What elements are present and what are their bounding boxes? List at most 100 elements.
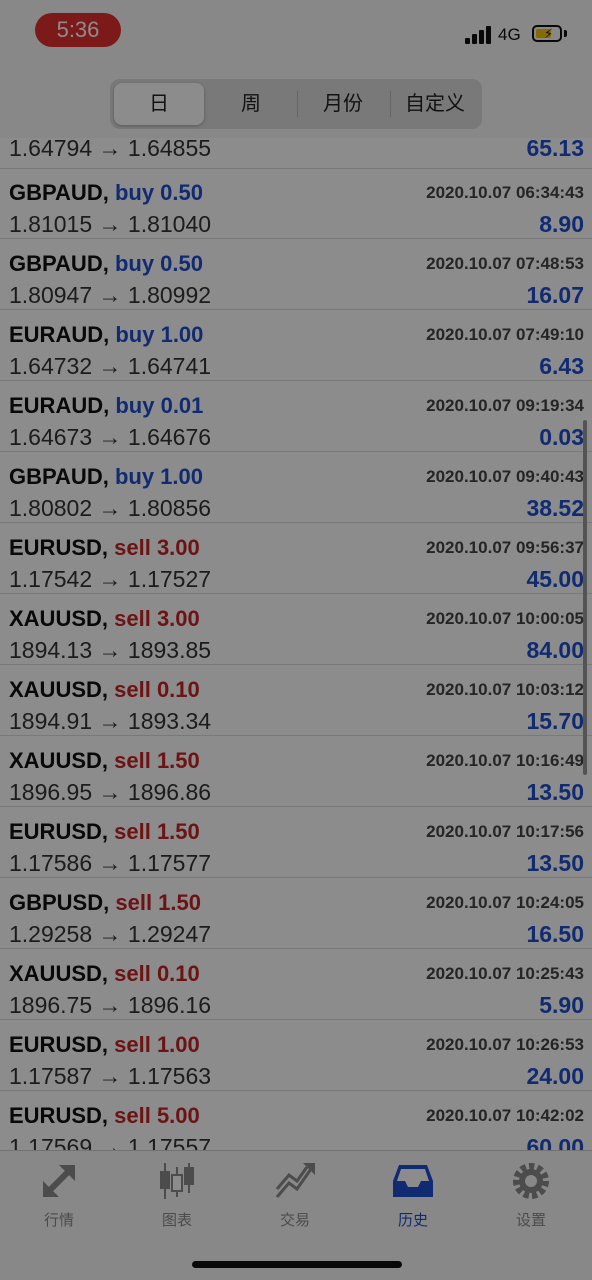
trade-symbol-line: EURUSD, sell 1.00	[9, 1032, 200, 1058]
trade-prices: 1.64794 → 1.64855	[9, 138, 212, 161]
trade-side-volume: buy 0.50	[114, 251, 203, 276]
battery-cap	[564, 30, 567, 37]
trade-profit: 84.00	[526, 637, 584, 663]
trade-prices: 1.80802 → 1.80856	[9, 495, 212, 521]
trade-symbol-line: GBPAUD, buy 0.50	[9, 180, 203, 206]
chart-icon	[160, 1163, 194, 1199]
trade-profit: 24.00	[526, 1063, 584, 1089]
trade-row[interactable]: GBPAUD, buy 0.50 2020.10.07 06:34:43 1.810…	[0, 168, 592, 239]
trade-symbol-line: EURUSD, sell 5.00	[9, 1103, 200, 1129]
trade-row[interactable]: XAUUSD, sell 1.50 2020.10.07 10:16:49 1896…	[0, 736, 592, 807]
trade-row[interactable]: EURUSD, sell 3.00 2020.10.07 09:56:37 1.17…	[0, 523, 592, 594]
trade-icon	[275, 1163, 315, 1198]
trade-row[interactable]: GBPAUD, buy 0.50 2020.10.07 07:48:53 1.809…	[0, 239, 592, 310]
app-screen: 5:36 4G ⚡ 日 周 月份 自定义 1.64794 → 1.64855 6…	[0, 0, 592, 1280]
tab-label: 设置	[515, 1212, 546, 1229]
tab-chart[interactable]: 图表	[122, 1159, 232, 1239]
list-item-partial[interactable]: 1.64794 → 1.64855 65.13	[0, 138, 592, 169]
trade-timestamp: 2020.10.07 10:25:43	[426, 964, 584, 983]
trade-side-volume: buy 0.50	[114, 180, 203, 205]
trade-symbol: XAUUSD,	[9, 677, 109, 702]
trade-symbol-line: XAUUSD, sell 0.10	[9, 961, 200, 987]
trade-row[interactable]: GBPUSD, sell 1.50 2020.10.07 10:24:05 1.29…	[0, 878, 592, 949]
trade-prices: 1.17586 → 1.17577	[9, 850, 212, 876]
trade-symbol: EURUSD,	[9, 819, 109, 844]
trade-row[interactable]: GBPAUD, buy 1.00 2020.10.07 09:40:43 1.808…	[0, 452, 592, 523]
home-indicator[interactable]	[192, 1261, 402, 1268]
trade-symbol-line: XAUUSD, sell 1.50	[9, 748, 200, 774]
trade-side-volume: sell 1.50	[114, 819, 200, 844]
trade-prices: 1.64732 → 1.64741	[9, 353, 212, 379]
trade-symbol: EURAUD,	[9, 393, 110, 418]
trade-symbol-line: XAUUSD, sell 3.00	[9, 606, 200, 632]
trade-side-volume: sell 1.00	[114, 1032, 200, 1057]
trade-symbol-line: GBPAUD, buy 0.50	[9, 251, 203, 277]
trade-symbol: GBPUSD,	[9, 890, 110, 915]
trade-prices: 1.17587 → 1.17563	[9, 1063, 212, 1089]
trade-symbol-line: XAUUSD, sell 0.10	[9, 677, 200, 703]
trade-row[interactable]: EURAUD, buy 0.01 2020.10.07 09:19:34 1.646…	[0, 381, 592, 452]
trade-profit: 60.00	[526, 1134, 584, 1150]
trade-side-volume: sell 5.00	[114, 1103, 200, 1128]
trade-prices: 1.17569 → 1.17557	[9, 1134, 212, 1150]
segment-week[interactable]: 周	[206, 83, 296, 125]
tab-label: 交易	[279, 1212, 310, 1229]
trade-symbol: XAUUSD,	[9, 606, 109, 631]
period-segmented-control: 日 周 月份 自定义	[110, 79, 482, 129]
trade-row[interactable]: XAUUSD, sell 3.00 2020.10.07 10:00:05 1894…	[0, 594, 592, 665]
network-label: 4G	[498, 25, 521, 44]
trade-profit: 15.70	[526, 708, 584, 734]
battery-icon: ⚡	[532, 25, 562, 42]
trade-prices: 1894.13 → 1893.85	[9, 637, 212, 663]
trade-side-volume: sell 1.50	[115, 890, 202, 915]
trade-side-volume: buy 1.00	[115, 322, 204, 347]
tab-history[interactable]: 历史	[358, 1159, 468, 1239]
segment-custom[interactable]: 自定义	[390, 83, 480, 125]
trade-row[interactable]: EURUSD, sell 1.00 2020.10.07 10:26:53 1.17…	[0, 1020, 592, 1091]
tab-label: 图表	[161, 1212, 192, 1229]
history-list[interactable]: 1.64794 → 1.64855 65.13 GBPAUD, buy 0.50…	[0, 138, 592, 1150]
segment-day[interactable]: 日	[114, 83, 204, 125]
trade-prices: 1.81015 → 1.81040	[9, 211, 212, 237]
settings-icon	[513, 1163, 549, 1199]
trade-symbol: XAUUSD,	[9, 961, 109, 986]
trade-prices: 1.80947 → 1.80992	[9, 282, 212, 308]
trade-profit: 13.50	[526, 850, 584, 876]
trade-row[interactable]: XAUUSD, sell 0.10 2020.10.07 10:03:12 1894…	[0, 665, 592, 736]
tab-settings[interactable]: 设置	[476, 1159, 586, 1239]
segment-month[interactable]: 月份	[298, 83, 388, 125]
trade-profit: 16.07	[526, 282, 584, 308]
trade-prices: 1896.95 → 1896.86	[9, 779, 212, 805]
trade-symbol-line: GBPAUD, buy 1.00	[9, 464, 203, 490]
trade-profit: 8.90	[539, 211, 584, 237]
trade-row[interactable]: XAUUSD, sell 0.10 2020.10.07 10:25:43 1896…	[0, 949, 592, 1020]
tab-label: 行情	[43, 1212, 74, 1229]
tab-label: 历史	[397, 1212, 428, 1229]
trade-row[interactable]: EURUSD, sell 5.00 2020.10.07 10:42:02 1.17…	[0, 1091, 592, 1150]
status-bar: 5:36 4G ⚡	[0, 0, 592, 62]
trade-timestamp: 2020.10.07 10:17:56	[426, 822, 584, 841]
trade-symbol: GBPAUD,	[9, 180, 109, 205]
trade-prices: 1.64673 → 1.64676	[9, 424, 212, 450]
trade-prices: 1.17542 → 1.17527	[9, 566, 212, 592]
status-time[interactable]: 5:36	[35, 13, 121, 47]
quotes-icon	[43, 1165, 75, 1197]
trade-symbol: GBPAUD,	[9, 464, 109, 489]
scrollbar[interactable]	[583, 420, 587, 775]
trade-timestamp: 2020.10.07 09:40:43	[426, 467, 584, 486]
trade-row[interactable]: EURUSD, sell 1.50 2020.10.07 10:17:56 1.17…	[0, 807, 592, 878]
trade-timestamp: 2020.10.07 10:03:12	[426, 680, 584, 699]
trade-row[interactable]: EURAUD, buy 1.00 2020.10.07 07:49:10 1.647…	[0, 310, 592, 381]
trade-symbol: GBPAUD,	[9, 251, 109, 276]
trade-symbol: EURUSD,	[9, 1032, 109, 1057]
trade-profit: 6.43	[539, 353, 584, 379]
tab-quotes[interactable]: 行情	[4, 1159, 114, 1239]
trade-side-volume: buy 0.01	[115, 393, 204, 418]
trade-profit: 38.52	[526, 495, 584, 521]
trade-symbol-line: GBPUSD, sell 1.50	[9, 890, 201, 916]
trade-side-volume: sell 3.00	[114, 606, 200, 631]
tab-trade[interactable]: 交易	[240, 1159, 350, 1239]
trade-timestamp: 2020.10.07 06:34:43	[426, 183, 584, 202]
trade-side-volume: buy 1.00	[114, 464, 203, 489]
trade-symbol: EURUSD,	[9, 1103, 109, 1128]
